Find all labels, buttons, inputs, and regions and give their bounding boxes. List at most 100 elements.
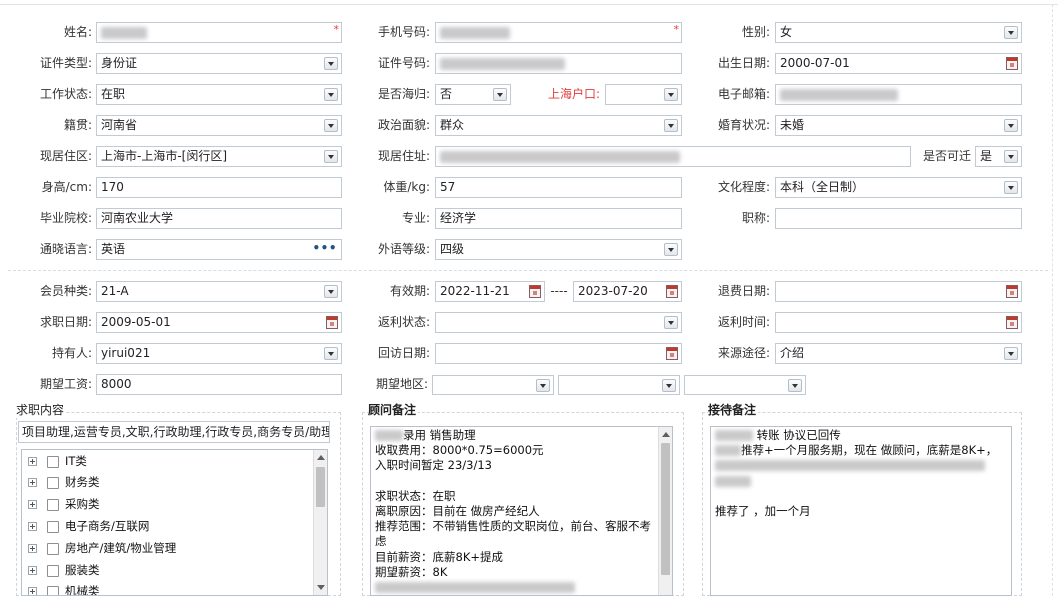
region-district-select[interactable] — [684, 375, 806, 395]
language-field[interactable]: 英语 ••• — [96, 239, 342, 260]
region-city-select[interactable] — [558, 375, 680, 395]
height-field[interactable]: 170 — [96, 177, 342, 198]
scroll-thumb[interactable] — [316, 467, 325, 507]
salary-field[interactable]: 8000 — [96, 374, 342, 395]
expand-icon[interactable] — [28, 522, 37, 531]
address-field[interactable] — [435, 146, 911, 167]
weight-field[interactable]: 57 — [435, 177, 682, 198]
category-checkbox[interactable] — [47, 542, 59, 555]
scroll-up-icon[interactable] — [662, 432, 670, 437]
address-label: 现居住址: — [377, 149, 430, 163]
chevron-down-icon[interactable] — [664, 119, 678, 132]
chevron-down-icon[interactable] — [788, 379, 802, 392]
category-checkbox[interactable] — [47, 498, 59, 511]
chevron-down-icon[interactable] — [1004, 150, 1018, 163]
job-content-summary[interactable]: 项目助理,运营专员,文职,行政助理,行政专员,商务专员/助理 — [18, 421, 330, 443]
chevron-down-icon[interactable] — [1004, 119, 1018, 132]
id-type-select[interactable]: 身份证 — [96, 53, 342, 74]
tree-item-finance[interactable]: 财务类 — [28, 472, 100, 492]
more-icon[interactable]: ••• — [312, 240, 337, 257]
tree-scrollbar[interactable] — [313, 450, 327, 595]
tree-item-ecommerce[interactable]: 电子商务/互联网 — [28, 516, 149, 536]
chevron-down-icon[interactable] — [664, 243, 678, 256]
chevron-down-icon[interactable] — [664, 88, 678, 101]
calendar-icon[interactable] — [666, 285, 678, 298]
relocate-select[interactable]: 是 — [975, 146, 1022, 167]
job-date-field[interactable]: 2009-05-01 — [96, 312, 342, 333]
job-category-tree[interactable]: IT类 财务类 采购类 电子商务/互联网 房地产/建筑/物业管理 服装类 机械类 — [21, 449, 328, 596]
major-field[interactable]: 经济学 — [435, 208, 682, 229]
calendar-icon[interactable] — [1006, 285, 1018, 298]
holder-select[interactable]: yirui021 — [96, 343, 342, 364]
refund-date-field[interactable] — [775, 281, 1022, 302]
scroll-thumb[interactable] — [661, 443, 670, 575]
school-field[interactable]: 河南农业大学 — [96, 208, 342, 229]
marital-select[interactable]: 未婚 — [775, 115, 1022, 136]
tree-item-real-estate[interactable]: 房地产/建筑/物业管理 — [28, 538, 176, 558]
expand-icon[interactable] — [28, 478, 37, 487]
shanghai-hukou-select[interactable] — [605, 84, 682, 105]
professional-title-field[interactable] — [775, 208, 1022, 229]
rebate-time-field[interactable] — [775, 312, 1022, 333]
email-field[interactable] — [775, 84, 1022, 105]
calendar-icon[interactable] — [326, 316, 338, 329]
chevron-down-icon[interactable] — [324, 88, 338, 101]
category-checkbox[interactable] — [47, 585, 59, 595]
expand-icon[interactable] — [28, 544, 37, 553]
category-checkbox[interactable] — [47, 455, 59, 468]
valid-from-field[interactable]: 2022-11-21 — [435, 281, 545, 302]
expand-icon[interactable] — [28, 457, 37, 466]
chevron-down-icon[interactable] — [1004, 181, 1018, 194]
tree-item-machinery[interactable]: 机械类 — [28, 581, 100, 595]
chevron-down-icon[interactable] — [324, 119, 338, 132]
chevron-down-icon[interactable] — [493, 88, 507, 101]
tree-item-purchasing[interactable]: 采购类 — [28, 494, 100, 514]
political-value: 群众 — [440, 118, 465, 132]
rebate-status-select[interactable] — [435, 312, 682, 333]
id-number-field[interactable] — [435, 53, 682, 74]
chevron-down-icon[interactable] — [324, 57, 338, 70]
chevron-down-icon[interactable] — [1004, 347, 1018, 360]
phone-field[interactable] — [435, 22, 682, 43]
region-province-select[interactable] — [432, 375, 554, 395]
valid-to-field[interactable]: 2023-07-20 — [573, 281, 682, 302]
scroll-up-icon[interactable] — [317, 455, 325, 460]
consultant-notes-textarea[interactable]: 录用 销售助理 收取费用：8000*0.75=6000元 入职时间暂定 23/3… — [370, 426, 673, 596]
political-select[interactable]: 群众 — [435, 115, 682, 136]
member-type-select[interactable]: 21-A — [96, 281, 342, 302]
native-place-select[interactable]: 河南省 — [96, 115, 342, 136]
work-status-select[interactable]: 在职 — [96, 84, 342, 105]
name-field[interactable] — [96, 22, 342, 43]
expand-icon[interactable] — [28, 500, 37, 509]
expand-icon[interactable] — [28, 566, 37, 575]
calendar-icon[interactable] — [1006, 57, 1018, 70]
chevron-down-icon[interactable] — [662, 379, 676, 392]
category-checkbox[interactable] — [47, 476, 59, 489]
notes-scrollbar[interactable] — [658, 427, 672, 595]
chevron-down-icon[interactable] — [324, 285, 338, 298]
reception-notes-textarea[interactable]: 转账 协议已回传 推荐+一个月服务期，现在 做顾问，底薪是8K+， ​ 推荐了 … — [710, 426, 1012, 596]
tree-item-it[interactable]: IT类 — [28, 451, 87, 471]
visit-date-field[interactable] — [435, 343, 682, 364]
chevron-down-icon[interactable] — [664, 316, 678, 329]
expand-icon[interactable] — [28, 587, 37, 595]
source-select[interactable]: 介绍 — [775, 343, 1022, 364]
chevron-down-icon[interactable] — [324, 150, 338, 163]
residence-area-select[interactable]: 上海市-上海市-[闵行区] — [96, 146, 342, 167]
overseas-select[interactable]: 否 — [435, 84, 511, 105]
category-checkbox[interactable] — [47, 564, 59, 577]
birth-date-field[interactable]: 2000-07-01 — [775, 53, 1022, 74]
chevron-down-icon[interactable] — [536, 379, 550, 392]
chevron-down-icon[interactable] — [1004, 26, 1018, 39]
note-line: 转账 协议已回传 — [756, 428, 841, 442]
calendar-icon[interactable] — [1006, 316, 1018, 329]
education-select[interactable]: 本科（全日制） — [775, 177, 1022, 198]
calendar-icon[interactable] — [666, 347, 678, 360]
calendar-icon[interactable] — [529, 285, 541, 298]
gender-select[interactable]: 女 — [775, 22, 1022, 43]
scroll-down-icon[interactable] — [317, 585, 325, 590]
chevron-down-icon[interactable] — [324, 347, 338, 360]
category-checkbox[interactable] — [47, 520, 59, 533]
tree-item-apparel[interactable]: 服装类 — [28, 560, 100, 580]
foreign-level-select[interactable]: 四级 — [435, 239, 682, 260]
